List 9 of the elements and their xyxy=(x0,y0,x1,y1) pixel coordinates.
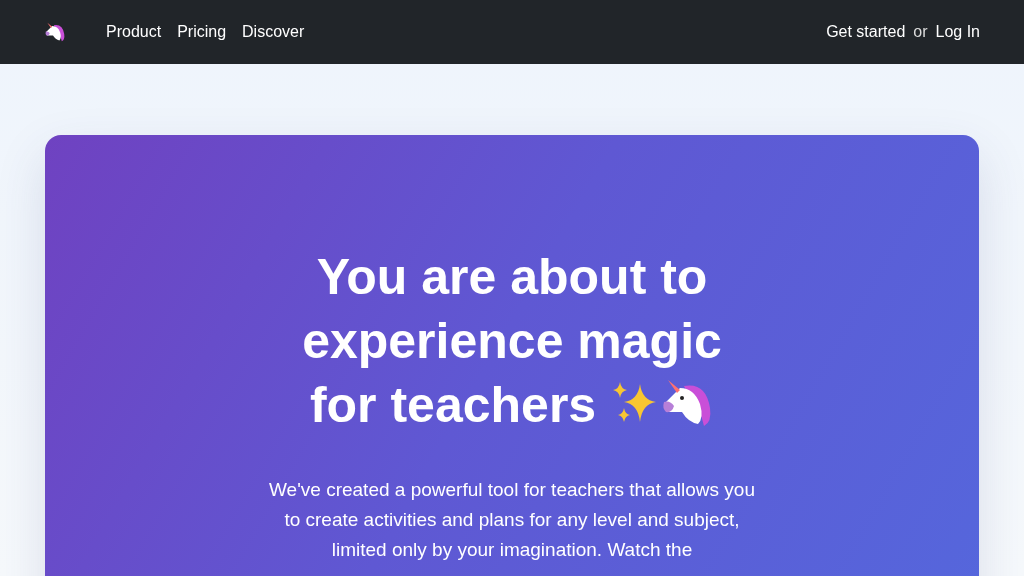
login-link[interactable]: Log In xyxy=(935,20,980,44)
separator-text: or xyxy=(913,22,928,42)
nav-link[interactable]: Pricing xyxy=(177,20,227,44)
hero-description: We've created a powerful tool for teachers that allows you to create activities and plans for any level and subject, limited only by your imagination. Watch the xyxy=(268,478,756,562)
nav-link[interactable]: Product xyxy=(106,20,162,44)
logo-icon[interactable] xyxy=(44,22,66,42)
get-started-link[interactable]: Get started xyxy=(826,20,906,44)
hero-heading: You are about to experience magic for teachers xyxy=(301,248,723,435)
nav-link[interactable]: Discover xyxy=(242,20,305,44)
